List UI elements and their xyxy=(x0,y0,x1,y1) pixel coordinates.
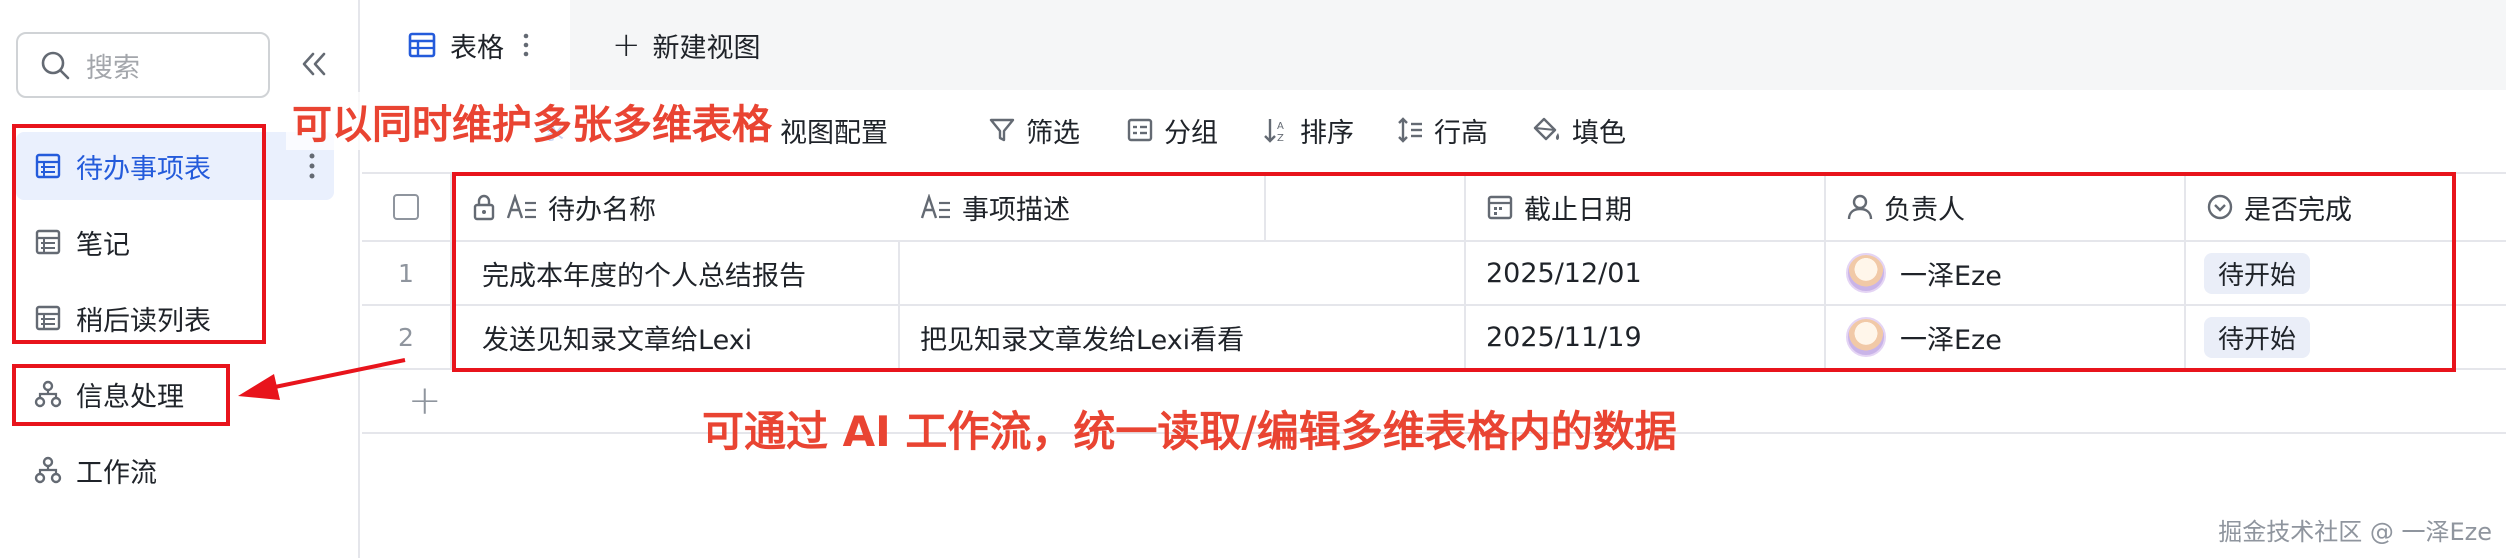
group-icon xyxy=(1126,116,1154,144)
paint-bucket-icon xyxy=(1532,116,1562,144)
watermark: 掘金技术社区 @ 一泽Eze xyxy=(2218,518,2492,546)
search-icon xyxy=(41,51,70,80)
tab-label: 表格 xyxy=(450,32,504,64)
filter-button[interactable]: 筛选 xyxy=(988,104,1080,156)
select-all-cell xyxy=(362,174,452,240)
sidebar-item-label: 工作流 xyxy=(76,457,157,489)
annotation-box-table xyxy=(452,172,2456,372)
view-config-label: 视图配置 xyxy=(780,117,888,149)
annotation-arrow-icon xyxy=(238,358,406,400)
sort-icon: AZ xyxy=(1262,116,1290,144)
sort-button[interactable]: AZ 排序 xyxy=(1262,104,1354,156)
more-options-icon[interactable] xyxy=(308,152,316,187)
search-placeholder: 搜索 xyxy=(86,52,140,84)
row-height-label: 行高 xyxy=(1434,117,1488,149)
view-tab-bar: 表格 + 新建视图 xyxy=(362,0,2506,90)
filter-icon xyxy=(988,116,1016,144)
new-view-label: 新建视图 xyxy=(652,32,761,64)
tab-table-view[interactable]: 表格 xyxy=(362,0,570,90)
select-all-checkbox[interactable] xyxy=(393,194,419,220)
workflow-icon xyxy=(34,456,62,484)
row-height-icon xyxy=(1396,116,1424,144)
svg-text:Z: Z xyxy=(1277,133,1284,144)
annotation-box-tables xyxy=(12,124,266,344)
sort-label: 排序 xyxy=(1300,117,1354,149)
plus-icon: + xyxy=(408,378,442,424)
row-height-button[interactable]: 行高 xyxy=(1396,104,1488,156)
fill-label: 填色 xyxy=(1572,117,1626,149)
plus-icon: + xyxy=(612,25,641,65)
group-label: 分组 xyxy=(1164,117,1218,149)
annotation-bottom-note: 可通过 AI 工作流，统一读取/编辑多维表格内的数据 xyxy=(702,407,1677,456)
search-input[interactable]: 搜索 xyxy=(16,32,270,98)
annotation-box-info-processing xyxy=(12,364,230,426)
grid-table-icon xyxy=(408,31,436,59)
annotation-top-note: 可以同时维护多张多维表格 xyxy=(286,92,778,150)
fill-color-button[interactable]: 填色 xyxy=(1532,104,1626,156)
group-button[interactable]: 分组 xyxy=(1126,104,1218,156)
filter-label: 筛选 xyxy=(1026,117,1080,149)
svg-text:A: A xyxy=(1277,121,1284,132)
tab-more-icon[interactable] xyxy=(522,32,530,65)
row-number: 1 xyxy=(362,242,452,304)
collapse-sidebar-button[interactable] xyxy=(294,44,334,84)
double-chevron-left-icon xyxy=(302,52,326,76)
sidebar-item-workflow[interactable]: 工作流 xyxy=(16,436,334,504)
new-view-button[interactable]: + 新建视图 xyxy=(612,24,761,66)
view-config-button[interactable]: 视图配置 xyxy=(780,104,888,156)
